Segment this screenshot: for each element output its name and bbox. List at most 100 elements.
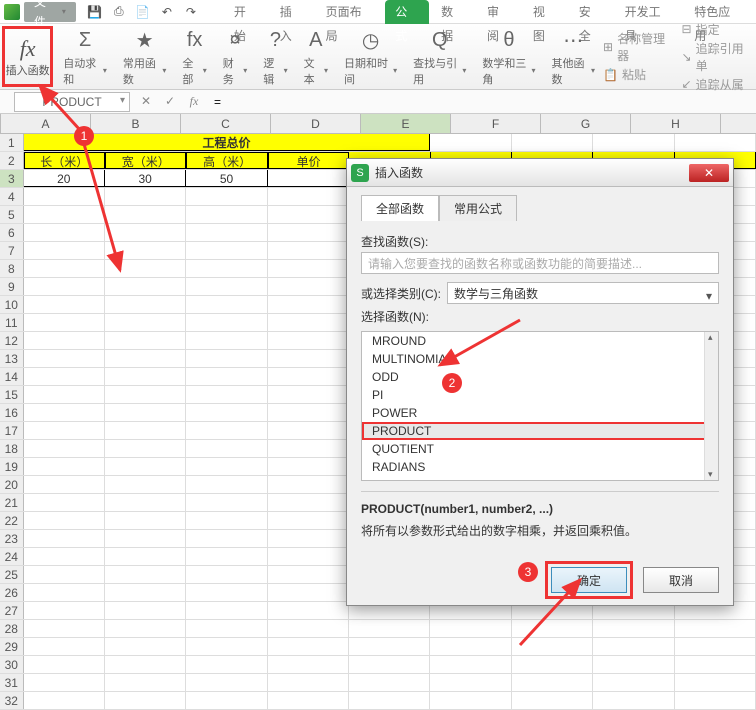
cell[interactable] — [593, 656, 674, 673]
cell[interactable] — [675, 134, 756, 151]
redo-icon[interactable]: ↷ — [182, 3, 200, 21]
cell[interactable] — [186, 188, 267, 205]
cell[interactable] — [105, 440, 186, 457]
cell[interactable] — [24, 638, 105, 655]
cell[interactable] — [24, 296, 105, 313]
cell[interactable] — [105, 674, 186, 691]
ribbon-group-文本[interactable]: A文本▾ — [296, 24, 336, 89]
cell[interactable] — [24, 530, 105, 547]
function-item-ODD[interactable]: ODD — [362, 368, 718, 386]
cell[interactable] — [186, 530, 267, 547]
menu-tab-开发工具[interactable]: 开发工具 — [615, 0, 683, 24]
cell[interactable] — [430, 656, 511, 673]
row-header-7[interactable]: 7 — [0, 242, 24, 259]
cell[interactable] — [268, 512, 349, 529]
ribbon-group-财务[interactable]: ¤财务▾ — [215, 24, 255, 89]
cell[interactable] — [268, 584, 349, 601]
cell[interactable]: 50 — [186, 170, 267, 187]
row-header-26[interactable]: 26 — [0, 584, 24, 601]
cell[interactable] — [675, 692, 756, 709]
print-icon[interactable]: ⎙ — [110, 3, 128, 21]
fx-icon[interactable]: fx — [186, 94, 202, 109]
cell[interactable] — [186, 278, 267, 295]
cell[interactable] — [512, 134, 593, 151]
tab-common-formulas[interactable]: 常用公式 — [439, 195, 517, 221]
column-header-E[interactable]: E — [361, 114, 451, 133]
menu-tab-审阅[interactable]: 审阅 — [477, 0, 521, 24]
cell[interactable] — [675, 620, 756, 637]
cell[interactable] — [105, 278, 186, 295]
cell[interactable] — [268, 440, 349, 457]
preview-icon[interactable]: 📄 — [134, 3, 152, 21]
cell[interactable] — [268, 656, 349, 673]
cell[interactable] — [268, 368, 349, 385]
cell[interactable] — [512, 692, 593, 709]
cell[interactable] — [186, 620, 267, 637]
row-header-8[interactable]: 8 — [0, 260, 24, 277]
cell[interactable] — [24, 674, 105, 691]
menu-tab-页面布局[interactable]: 页面布局 — [316, 0, 384, 24]
row-header-20[interactable]: 20 — [0, 476, 24, 493]
undo-icon[interactable]: ↶ — [158, 3, 176, 21]
ribbon-group-日期和时间[interactable]: ◷日期和时间▾ — [336, 24, 405, 89]
ribbon-group-数学和三角[interactable]: θ数学和三角▾ — [474, 24, 543, 89]
row-header-5[interactable]: 5 — [0, 206, 24, 223]
menu-tab-数据[interactable]: 数据 — [431, 0, 475, 24]
column-header-F[interactable]: F — [451, 114, 541, 133]
function-item-RADIANS[interactable]: RADIANS — [362, 458, 718, 476]
cell[interactable] — [268, 422, 349, 439]
function-item-PRODUCT[interactable]: PRODUCT — [362, 422, 718, 440]
cell[interactable] — [105, 332, 186, 349]
cell[interactable] — [186, 296, 267, 313]
cell[interactable] — [105, 494, 186, 511]
cell[interactable] — [24, 278, 105, 295]
file-menu[interactable]: 文件 ▾ — [24, 2, 76, 22]
cell[interactable] — [268, 692, 349, 709]
cell[interactable] — [105, 314, 186, 331]
cell[interactable] — [268, 476, 349, 493]
cell[interactable] — [349, 656, 430, 673]
header-cell[interactable]: 高（米） — [186, 152, 267, 169]
dialog-titlebar[interactable]: S 插入函数 ✕ — [347, 159, 733, 187]
cell[interactable] — [268, 314, 349, 331]
cell[interactable] — [268, 638, 349, 655]
cell[interactable] — [105, 386, 186, 403]
cell[interactable] — [105, 296, 186, 313]
cell[interactable] — [186, 386, 267, 403]
cell[interactable] — [268, 602, 349, 619]
cell[interactable] — [105, 350, 186, 367]
tab-all-functions[interactable]: 全部函数 — [361, 195, 439, 221]
formula-input[interactable] — [210, 95, 756, 109]
menu-tab-插入[interactable]: 插入 — [270, 0, 314, 24]
row-header-25[interactable]: 25 — [0, 566, 24, 583]
cell[interactable] — [349, 692, 430, 709]
cell[interactable] — [186, 584, 267, 601]
cell[interactable] — [268, 296, 349, 313]
paste-button[interactable]: 📋粘贴 — [603, 66, 669, 83]
cell[interactable] — [24, 314, 105, 331]
ribbon-group-其他函数[interactable]: ⋯其他函数▾ — [543, 24, 603, 89]
row-header-19[interactable]: 19 — [0, 458, 24, 475]
cell[interactable] — [24, 692, 105, 709]
cell[interactable] — [593, 620, 674, 637]
row-header-18[interactable]: 18 — [0, 440, 24, 457]
cell[interactable] — [24, 458, 105, 475]
cell[interactable] — [268, 224, 349, 241]
cell[interactable] — [268, 260, 349, 277]
function-listbox[interactable]: MROUNDMULTINOMIALODDPIPOWERPRODUCTQUOTIE… — [361, 331, 719, 481]
column-header-C[interactable]: C — [181, 114, 271, 133]
cell[interactable] — [430, 674, 511, 691]
cell[interactable] — [186, 674, 267, 691]
cell[interactable] — [24, 404, 105, 421]
row-header-13[interactable]: 13 — [0, 350, 24, 367]
cell[interactable] — [24, 512, 105, 529]
cell[interactable] — [675, 638, 756, 655]
cell[interactable] — [186, 692, 267, 709]
cell[interactable] — [24, 602, 105, 619]
row-header-3[interactable]: 3 — [0, 170, 24, 187]
row-header-17[interactable]: 17 — [0, 422, 24, 439]
cell[interactable] — [268, 620, 349, 637]
function-item-PI[interactable]: PI — [362, 386, 718, 404]
cell[interactable] — [186, 638, 267, 655]
cell[interactable] — [268, 242, 349, 259]
